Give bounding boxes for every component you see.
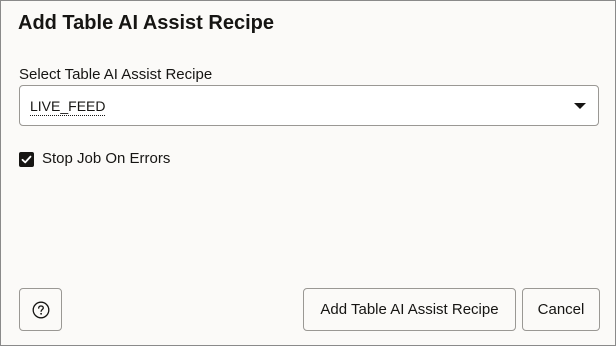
stop-on-errors-checkbox[interactable] <box>19 151 34 167</box>
stop-on-errors-option[interactable]: Stop Job On Errors <box>19 149 170 169</box>
stop-on-errors-label: Stop Job On Errors <box>42 150 171 167</box>
recipe-select[interactable]: LIVE_FEED <box>19 85 599 126</box>
checkmark-icon <box>21 155 32 163</box>
recipe-select-label: Select Table AI Assist Recipe <box>19 66 213 83</box>
recipe-select-value: LIVE_FEED <box>30 98 106 116</box>
help-button[interactable] <box>19 288 62 331</box>
add-recipe-button[interactable]: Add Table AI Assist Recipe <box>303 288 516 331</box>
add-recipe-dialog: Add Table AI Assist Recipe Select Table … <box>0 0 616 346</box>
cancel-button[interactable]: Cancel <box>522 288 600 331</box>
question-circle-icon <box>32 301 49 318</box>
dialog-title: Add Table AI Assist Recipe <box>18 12 274 34</box>
chevron-down-icon[interactable] <box>574 103 586 109</box>
